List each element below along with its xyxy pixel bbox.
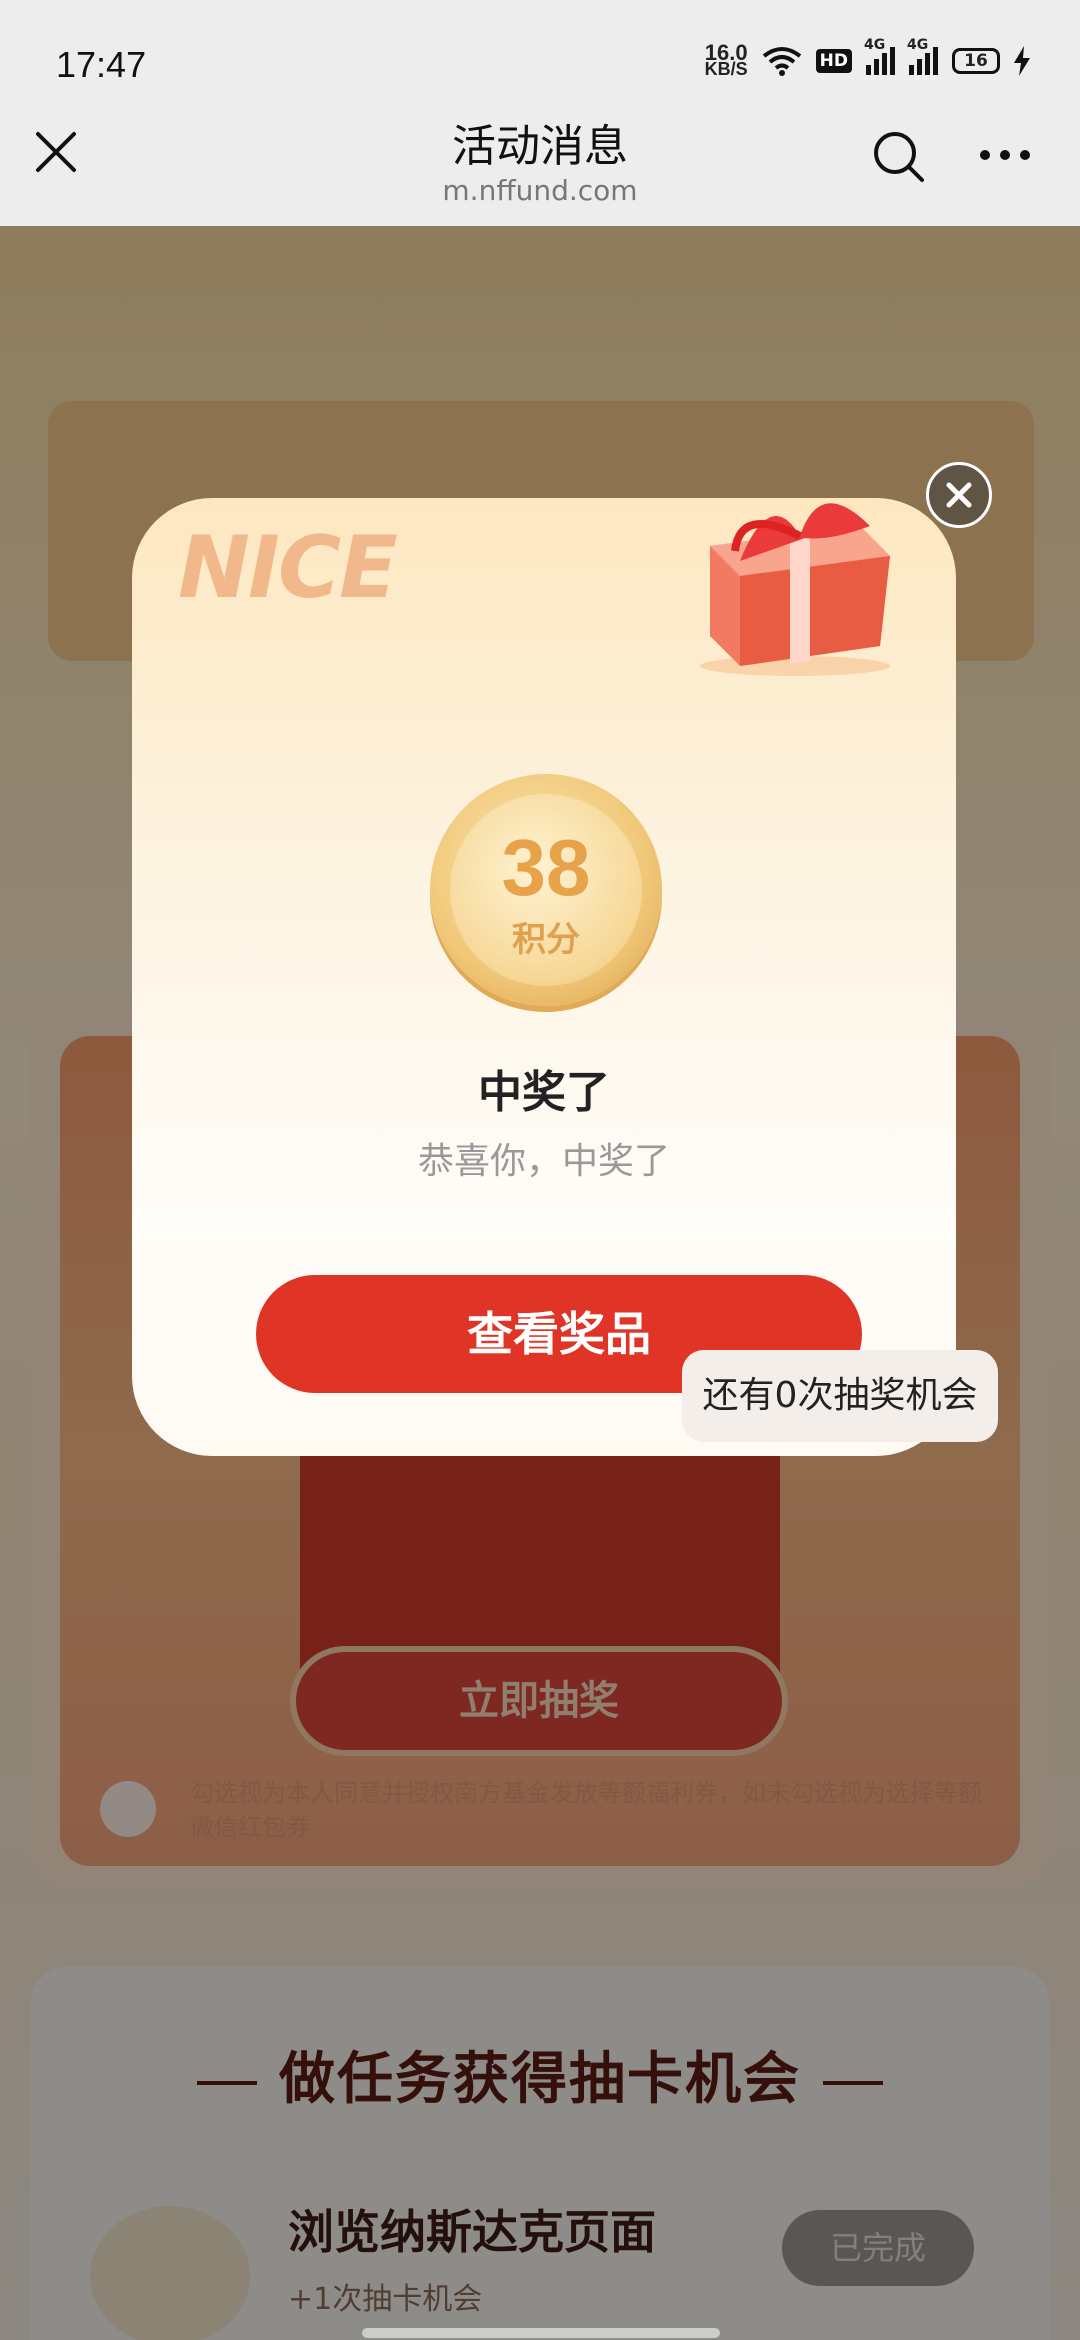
remaining-chances-badge: 还有0次抽奖机会	[682, 1350, 998, 1442]
more-icon[interactable]	[978, 140, 1032, 170]
modal-subtitle: 恭喜你，中奖了	[417, 1141, 670, 1182]
points-coin: 38 积分	[430, 774, 662, 1006]
search-icon[interactable]	[870, 128, 926, 184]
network-speed: 16.0 KB/S	[704, 40, 748, 79]
wifi-icon	[762, 47, 801, 76]
nice-decor-text: NICE	[178, 518, 398, 618]
points-unit: 积分	[512, 920, 580, 960]
status-bar: 17:47 16.0 KB/S HD 4G 4G 16	[0, 0, 1080, 88]
hd-voice-icon: HD	[815, 49, 852, 73]
status-icons: 16.0 KB/S HD 4G 4G 16	[704, 37, 1030, 79]
nav-bar: 活动消息 m.nffund.com	[0, 88, 1080, 226]
status-time: 17:47	[56, 44, 147, 85]
gift-box-icon	[700, 503, 890, 676]
modal-title: 中奖了	[478, 1067, 610, 1118]
charging-icon	[1014, 46, 1030, 76]
points-value: 38	[501, 823, 591, 912]
home-indicator[interactable]	[362, 2328, 720, 2338]
close-icon	[946, 482, 972, 508]
close-modal-button[interactable]	[926, 462, 992, 528]
signal-icon: 4G	[907, 37, 938, 75]
signal-icon: 4G	[864, 37, 895, 75]
battery-icon: 16	[952, 48, 1000, 74]
